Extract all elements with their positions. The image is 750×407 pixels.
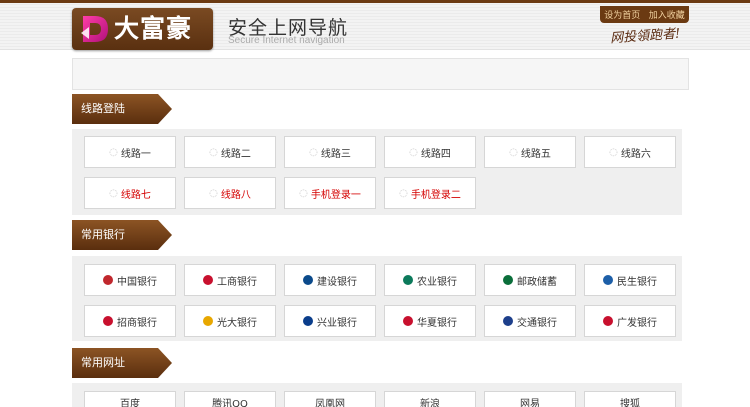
- route-button[interactable]: ◌ 线路三: [284, 136, 376, 168]
- slogan: 网投領跑者!: [609, 26, 681, 47]
- set-homepage-link[interactable]: 设为首页: [604, 8, 640, 21]
- cib-icon: [303, 316, 313, 326]
- site-button[interactable]: 网易: [484, 391, 576, 407]
- button-label: 兴业银行: [317, 317, 357, 329]
- button-label: 中国银行: [117, 276, 157, 288]
- section-tab-sites: 常用网址: [72, 348, 172, 378]
- button-label: 百度: [120, 399, 140, 407]
- bank-button[interactable]: 工商银行: [184, 264, 276, 296]
- top-links: 设为首页 加入收藏: [600, 6, 689, 23]
- button-label: 凤凰网: [315, 399, 345, 407]
- button-label: 线路六: [620, 148, 651, 160]
- logo-text: 大富豪: [114, 14, 193, 43]
- button-label: 线路四: [420, 148, 451, 160]
- link-icon: ◌: [209, 187, 218, 199]
- cmb-icon: [103, 316, 113, 326]
- button-label: 光大银行: [217, 317, 257, 329]
- cmbc-icon: [603, 275, 613, 285]
- button-label: 工商银行: [217, 276, 257, 288]
- bank-button[interactable]: 民生银行: [584, 264, 676, 296]
- link-icon: ◌: [509, 146, 518, 158]
- ccb-icon: [303, 275, 313, 285]
- route-button[interactable]: ◌ 线路六: [584, 136, 676, 168]
- button-label: 线路二: [220, 148, 251, 160]
- bank-button[interactable]: 广发银行: [584, 305, 676, 337]
- button-label: 手机登录二: [410, 189, 461, 201]
- route-button[interactable]: ◌ 线路七: [84, 177, 176, 209]
- button-label: 招商银行: [117, 317, 157, 329]
- site-button[interactable]: 凤凰网: [284, 391, 376, 407]
- route-button[interactable]: ◌ 线路八: [184, 177, 276, 209]
- button-label: 线路三: [320, 148, 351, 160]
- add-favorite-link[interactable]: 加入收藏: [649, 8, 685, 21]
- bank-button[interactable]: 兴业银行: [284, 305, 376, 337]
- bank-button[interactable]: 华夏银行: [384, 305, 476, 337]
- link-icon: ◌: [399, 187, 408, 199]
- button-label: 邮政储蓄: [517, 276, 557, 288]
- bank-button[interactable]: 招商银行: [84, 305, 176, 337]
- section-title: 常用网址: [81, 356, 125, 369]
- button-label: 网易: [520, 399, 540, 407]
- button-label: 线路一: [120, 148, 151, 160]
- button-label: 腾讯QQ: [212, 399, 248, 407]
- logo[interactable]: 大富豪: [72, 8, 213, 50]
- logo-d-icon: [81, 16, 108, 42]
- ceb-icon: [203, 316, 213, 326]
- link-icon: ◌: [299, 187, 308, 199]
- icbc-icon: [203, 275, 213, 285]
- bank-button[interactable]: 农业银行: [384, 264, 476, 296]
- route-button[interactable]: ◌ 线路四: [384, 136, 476, 168]
- header: 大富豪 安全上网导航 Secure Internet navigation 设为…: [0, 3, 750, 50]
- link-icon: ◌: [109, 187, 118, 199]
- postal-savings-icon: [503, 275, 513, 285]
- section-title: 常用银行: [81, 228, 125, 241]
- link-icon: ◌: [209, 146, 218, 158]
- route-button[interactable]: ◌ 线路五: [484, 136, 576, 168]
- button-label: 交通银行: [517, 317, 557, 329]
- section-tab-routes: 线路登陆: [72, 94, 172, 124]
- button-label: 线路七: [120, 189, 151, 201]
- button-label: 农业银行: [417, 276, 457, 288]
- bank-button[interactable]: 光大银行: [184, 305, 276, 337]
- button-label: 线路五: [520, 148, 551, 160]
- abc-icon: [403, 275, 413, 285]
- bank-button[interactable]: 邮政储蓄: [484, 264, 576, 296]
- bank-button[interactable]: 建设银行: [284, 264, 376, 296]
- button-label: 华夏银行: [417, 317, 457, 329]
- route-button[interactable]: ◌ 手机登录一: [284, 177, 376, 209]
- banner: [72, 58, 689, 90]
- bocom-icon: [503, 316, 513, 326]
- bank-button[interactable]: 中国银行: [84, 264, 176, 296]
- button-label: 线路八: [220, 189, 251, 201]
- section-tab-banks: 常用银行: [72, 220, 172, 250]
- bank-of-china-icon: [103, 275, 113, 285]
- section-title: 线路登陆: [81, 102, 125, 115]
- button-label: 广发银行: [617, 317, 657, 329]
- button-label: 建设银行: [317, 276, 357, 288]
- link-icon: ◌: [609, 146, 618, 158]
- site-subtitle: Secure Internet navigation: [228, 35, 345, 46]
- cgb-icon: [603, 316, 613, 326]
- button-label: 手机登录一: [310, 189, 361, 201]
- button-label: 新浪: [420, 399, 440, 407]
- site-button[interactable]: 腾讯QQ: [184, 391, 276, 407]
- button-label: 民生银行: [617, 276, 657, 288]
- link-icon: ◌: [109, 146, 118, 158]
- route-button[interactable]: ◌ 线路一: [84, 136, 176, 168]
- bank-button[interactable]: 交通银行: [484, 305, 576, 337]
- button-label: 搜狐: [620, 399, 640, 407]
- link-icon: ◌: [409, 146, 418, 158]
- link-icon: ◌: [309, 146, 318, 158]
- site-button[interactable]: 新浪: [384, 391, 476, 407]
- site-button[interactable]: 搜狐: [584, 391, 676, 407]
- hxb-icon: [403, 316, 413, 326]
- site-button[interactable]: 百度: [84, 391, 176, 407]
- route-button[interactable]: ◌ 手机登录二: [384, 177, 476, 209]
- route-button[interactable]: ◌ 线路二: [184, 136, 276, 168]
